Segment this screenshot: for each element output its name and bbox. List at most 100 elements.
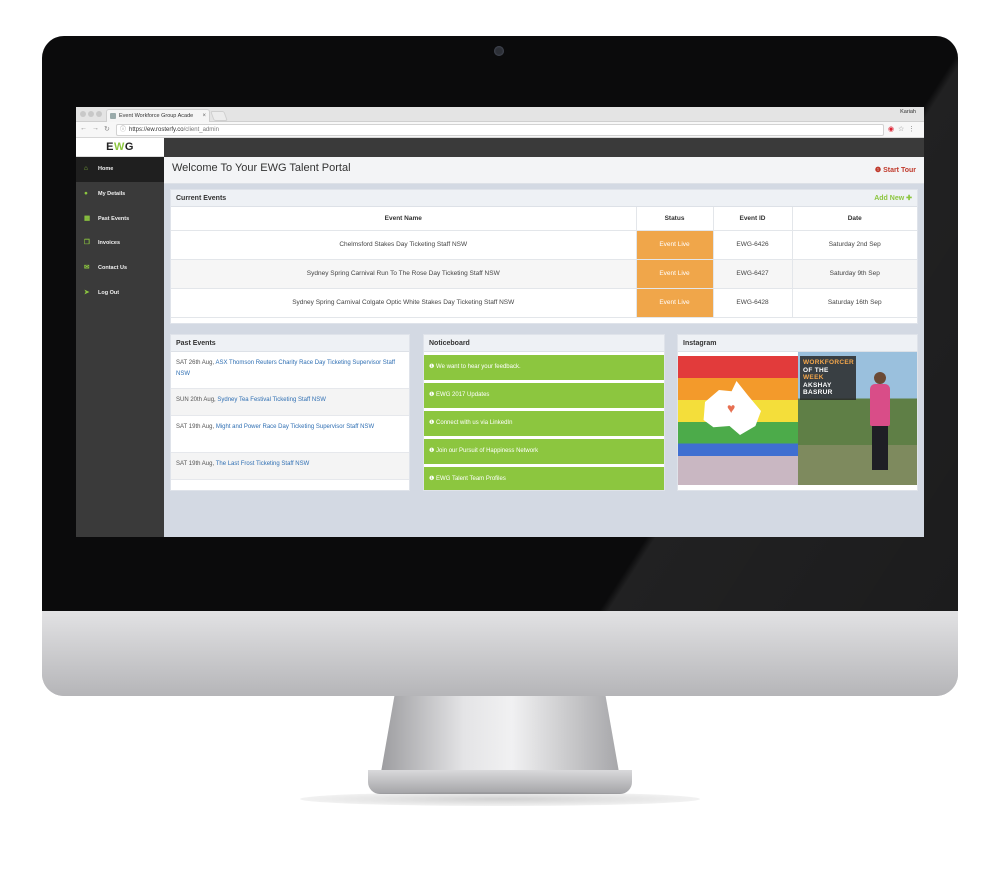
logo-letter-w: W [113,141,125,153]
sidebar-item-log-out[interactable]: ➤ Log Out [76,281,164,306]
menu-dots-icon[interactable]: ⋮ [908,125,915,133]
event-date-cell: Saturday 2nd Sep [792,230,917,260]
panel-title: Current Events [176,195,227,202]
column-header[interactable]: Event Name [171,207,637,231]
column-header[interactable]: Date [792,207,917,231]
info-circle-icon: ❶ [429,392,437,398]
new-tab-button[interactable] [210,111,228,121]
window-zoom-dot[interactable] [96,111,102,117]
main-content: Welcome To Your EWG Talent Portal ❶ Star… [164,157,924,537]
sidebar-item-label: My Details [98,190,126,197]
table-row[interactable]: Chelmsford Stakes Day Ticketing Staff NS… [171,230,917,260]
envelope-icon: ✉ [84,264,90,272]
sidebar-item-my-details[interactable]: ● My Details [76,182,164,207]
instagram-post-rainbow-australia[interactable]: ♥ [678,356,798,485]
monitor-chin [42,611,958,696]
notice-item[interactable]: ❶ EWG Talent Team Profiles [424,467,664,490]
sidebar-item-invoices[interactable]: ❐ Invoices [76,231,164,256]
instagram-grid: ♥ WORKFORCER OF THE WEEK AKSHAY BASRUR [678,352,917,485]
sidebar-item-label: Past Events [98,215,130,222]
noticeboard-panel: Noticeboard ❶ We want to hear your feedb… [423,334,665,491]
info-circle-icon: ❶ [429,364,437,370]
past-events-panel: Past Events SAT 26th Aug, ASX Thomson Re… [170,334,410,491]
list-item: SAT 19th Aug, Might and Power Race Day T… [171,416,409,453]
screen: Event Workforce Group Acade × Kariah ← →… [76,107,924,537]
arrow-icon: ➤ [84,288,90,296]
url-host: https://ew.rosterfy.co [129,127,184,133]
browser-tab-bar: Event Workforce Group Acade × Kariah [76,107,924,122]
sidebar-item-past-events[interactable]: ▦ Past Events [76,207,164,232]
sidebar: EWG ⌂ Home ● My Details ▦ Past Events ❐ … [76,138,164,537]
plus-icon: ✚ [906,195,912,202]
event-date-cell: Saturday 9th Sep [792,259,917,289]
add-new-button[interactable]: Add New ✚ [874,190,912,207]
bookmark-star-icon[interactable]: ☆ [898,125,904,133]
status-badge: Event Live [636,288,714,318]
event-id-cell: EWG-6428 [713,288,793,318]
table-row[interactable]: Sydney Spring Carnival Colgate Optic Whi… [171,288,917,318]
info-circle-icon: ❶ [429,420,437,426]
back-arrow-icon[interactable]: ← [80,125,87,132]
start-tour-button[interactable]: ❶ Start Tour [875,166,916,174]
sidebar-item-label: Home [98,166,114,172]
info-circle-icon: ❶ [429,476,437,482]
status-badge: Event Live [636,230,714,260]
documents-icon: ❐ [84,239,90,247]
monitor-stand-foot [368,770,632,794]
past-event-link[interactable]: Might and Power Race Day Ticketing Super… [216,424,374,430]
sidebar-item-label: Contact Us [98,265,128,272]
event-date-cell: Saturday 16th Sep [792,288,917,318]
banner-line: WEEK [803,374,824,381]
tab-close-icon[interactable]: × [202,110,206,122]
column-header[interactable]: Status [636,207,714,231]
instagram-post-workforcer[interactable]: WORKFORCER OF THE WEEK AKSHAY BASRUR [798,352,917,485]
instagram-post-thumbnail[interactable] [678,456,798,485]
event-name-cell[interactable]: Chelmsford Stakes Day Ticketing Staff NS… [171,230,637,260]
person-figure [868,372,892,472]
browser-profile-name[interactable]: Kariah [900,109,916,115]
address-bar[interactable]: ⓘ https://ew.rosterfy.co/client_admin [116,124,884,136]
window-close-dot[interactable] [80,111,86,117]
camera-icon [494,46,504,56]
window-minimize-dot[interactable] [88,111,94,117]
notice-item[interactable]: ❶ Join our Pursuit of Happiness Network [424,439,664,464]
browser-tab[interactable]: Event Workforce Group Acade × [106,109,210,122]
past-events-header: Past Events [171,335,409,352]
reload-icon[interactable]: ↻ [104,125,110,133]
current-events-panel: Current Events Add New ✚ Event Name Stat… [170,189,918,324]
list-item: SAT 26th Aug, ASX Thomson Reuters Charit… [171,352,409,389]
extension-icon[interactable]: ◉ [888,125,894,133]
monitor-stand [380,696,620,778]
notice-label: We want to hear your feedback. [436,364,521,370]
forward-arrow-icon[interactable]: → [92,125,99,132]
info-circle-icon: ❶ [874,167,884,174]
notice-item[interactable]: ❶ Connect with us via LinkedIn [424,411,664,436]
past-event-link[interactable]: Sydney Tea Festival Ticketing Staff NSW [217,397,326,403]
notice-item[interactable]: ❶ We want to hear your feedback. [424,355,664,380]
notice-label: Join our Pursuit of Happiness Network [436,448,539,454]
stand-shadow [300,792,700,806]
instagram-header: Instagram [678,335,917,352]
workforcer-of-the-week-banner: WORKFORCER OF THE WEEK AKSHAY BASRUR [800,356,856,400]
heart-icon: ♥ [727,400,736,416]
url-path: /client_admin [183,127,219,133]
info-icon[interactable]: ⓘ [120,125,126,136]
add-new-label: Add New [874,195,905,202]
person-torso [870,384,890,426]
column-header[interactable]: Event ID [713,207,793,231]
logo-letter-g: G [124,141,134,153]
notice-item[interactable]: ❶ EWG 2017 Updates [424,383,664,408]
event-name-cell[interactable]: Sydney Spring Carnival Run To The Rose D… [171,259,637,289]
sidebar-item-home[interactable]: ⌂ Home [76,157,164,182]
past-event-link[interactable]: The Last Frost Ticketing Staff NSW [216,461,310,467]
home-icon: ⌂ [84,165,88,172]
ewg-logo[interactable]: EWG [76,138,164,157]
sidebar-item-contact-us[interactable]: ✉ Contact Us [76,256,164,281]
browser-toolbar: ← → ↻ ⓘ https://ew.rosterfy.co/client_ad… [76,122,924,138]
sidebar-item-label: Invoices [98,240,121,247]
event-name-cell[interactable]: Sydney Spring Carnival Colgate Optic Whi… [171,288,637,318]
notice-label: Connect with us via LinkedIn [436,420,513,426]
person-legs [872,426,888,470]
table-row[interactable]: Sydney Spring Carnival Run To The Rose D… [171,259,917,289]
favicon-icon [110,113,116,119]
